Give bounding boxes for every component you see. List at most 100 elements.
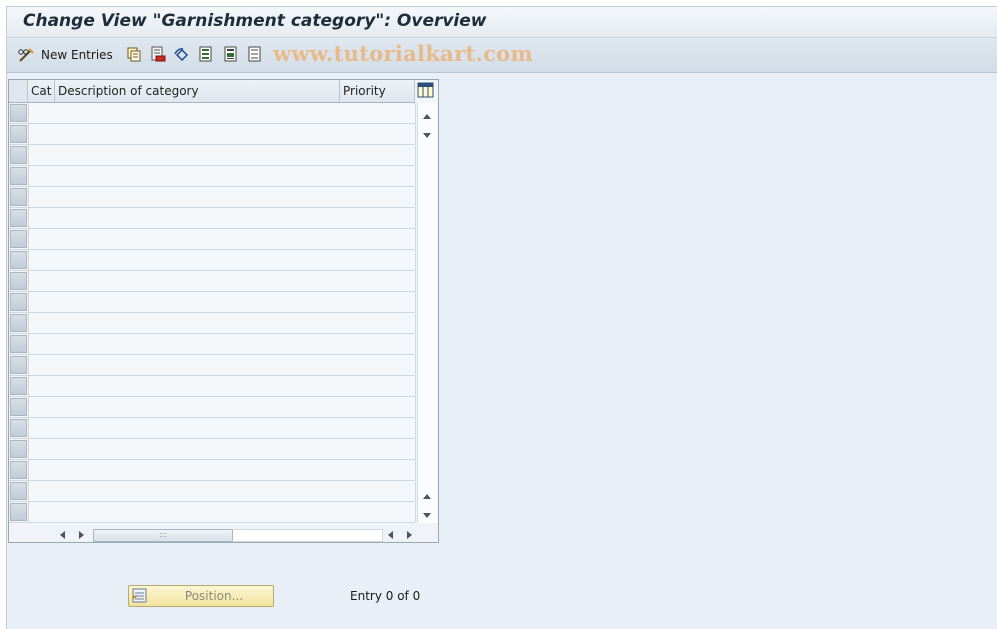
row-selector[interactable] — [10, 230, 27, 248]
select-block-icon[interactable] — [223, 46, 239, 62]
cell-description[interactable] — [55, 418, 341, 438]
row-selector[interactable] — [10, 188, 27, 206]
cell-description[interactable] — [55, 187, 341, 207]
row-selector[interactable] — [10, 398, 27, 416]
select-all-rows-button[interactable] — [9, 80, 28, 102]
cell-description[interactable] — [55, 103, 341, 123]
cell-cat[interactable] — [28, 460, 57, 480]
cell-priority[interactable] — [340, 187, 416, 207]
cell-description[interactable] — [55, 166, 341, 186]
cell-priority[interactable] — [340, 271, 416, 291]
row-selector[interactable] — [10, 167, 27, 185]
cell-priority[interactable] — [340, 229, 416, 249]
cell-priority[interactable] — [340, 208, 416, 228]
row-selector[interactable] — [10, 461, 27, 479]
cell-cat[interactable] — [28, 208, 57, 228]
cell-cat[interactable] — [28, 418, 57, 438]
scroll-down-icon[interactable] — [422, 511, 432, 519]
cell-cat[interactable] — [28, 502, 57, 522]
row-selector[interactable] — [10, 272, 27, 290]
cell-cat[interactable] — [28, 250, 57, 270]
cell-cat[interactable] — [28, 313, 57, 333]
cell-description[interactable] — [55, 460, 341, 480]
cell-priority[interactable] — [340, 145, 416, 165]
table-settings-icon[interactable] — [417, 81, 435, 100]
cell-priority[interactable] — [340, 418, 416, 438]
cell-description[interactable] — [55, 313, 341, 333]
cell-description[interactable] — [55, 502, 341, 522]
row-selector[interactable] — [10, 146, 27, 164]
cell-description[interactable] — [55, 292, 341, 312]
row-selector[interactable] — [10, 209, 27, 227]
cell-description[interactable] — [55, 250, 341, 270]
undo-icon[interactable] — [174, 46, 190, 62]
copy-icon[interactable] — [126, 46, 142, 62]
row-selector[interactable] — [10, 419, 27, 437]
row-selector[interactable] — [10, 104, 27, 122]
horizontal-scrollbar[interactable]: ::: — [9, 524, 438, 542]
cell-description[interactable] — [55, 208, 341, 228]
horizontal-scroll-thumb[interactable]: ::: — [93, 529, 233, 542]
cell-priority[interactable] — [340, 313, 416, 333]
scroll-left-end-icon[interactable] — [387, 530, 395, 540]
deselect-all-icon[interactable] — [247, 46, 263, 62]
cell-priority[interactable] — [340, 355, 416, 375]
select-all-icon[interactable] — [198, 46, 214, 62]
cell-cat[interactable] — [28, 439, 57, 459]
cell-description[interactable] — [55, 229, 341, 249]
cell-description[interactable] — [55, 145, 341, 165]
cell-description[interactable] — [55, 334, 341, 354]
row-selector[interactable] — [10, 356, 27, 374]
row-selector[interactable] — [10, 251, 27, 269]
cell-description[interactable] — [55, 124, 341, 144]
cell-cat[interactable] — [28, 103, 57, 123]
row-selector[interactable] — [10, 314, 27, 332]
vertical-scrollbar[interactable] — [417, 103, 437, 523]
cell-cat[interactable] — [28, 376, 57, 396]
column-header-description[interactable]: Description of category — [55, 80, 340, 102]
cell-description[interactable] — [55, 397, 341, 417]
cell-description[interactable] — [55, 439, 341, 459]
cell-priority[interactable] — [340, 334, 416, 354]
cell-priority[interactable] — [340, 292, 416, 312]
cell-cat[interactable] — [28, 229, 57, 249]
cell-priority[interactable] — [340, 376, 416, 396]
cell-cat[interactable] — [28, 187, 57, 207]
cell-priority[interactable] — [340, 103, 416, 123]
cell-cat[interactable] — [28, 124, 57, 144]
cell-description[interactable] — [55, 271, 341, 291]
cell-description[interactable] — [55, 355, 341, 375]
delete-icon[interactable] — [150, 46, 166, 62]
scroll-right-icon[interactable] — [77, 530, 85, 540]
scroll-page-up-icon[interactable] — [422, 493, 432, 501]
cell-cat[interactable] — [28, 271, 57, 291]
cell-priority[interactable] — [340, 460, 416, 480]
column-header-cat[interactable]: Cat — [28, 80, 55, 102]
row-selector[interactable] — [10, 377, 27, 395]
cell-priority[interactable] — [340, 439, 416, 459]
cell-priority[interactable] — [340, 481, 416, 501]
scroll-right-end-icon[interactable] — [405, 530, 413, 540]
cell-cat[interactable] — [28, 481, 57, 501]
cell-priority[interactable] — [340, 250, 416, 270]
row-selector[interactable] — [10, 335, 27, 353]
cell-cat[interactable] — [28, 334, 57, 354]
row-selector[interactable] — [10, 125, 27, 143]
cell-priority[interactable] — [340, 397, 416, 417]
cell-cat[interactable] — [28, 397, 57, 417]
cell-cat[interactable] — [28, 355, 57, 375]
cell-priority[interactable] — [340, 166, 416, 186]
scroll-up-icon[interactable] — [422, 113, 432, 121]
row-selector[interactable] — [10, 440, 27, 458]
cell-description[interactable] — [55, 376, 341, 396]
cell-cat[interactable] — [28, 292, 57, 312]
position-button[interactable]: Position... — [128, 585, 274, 607]
cell-cat[interactable] — [28, 145, 57, 165]
scroll-left-icon[interactable] — [59, 530, 67, 540]
cell-priority[interactable] — [340, 502, 416, 522]
scroll-page-down-icon[interactable] — [422, 131, 432, 139]
row-selector[interactable] — [10, 503, 27, 521]
cell-priority[interactable] — [340, 124, 416, 144]
cell-cat[interactable] — [28, 166, 57, 186]
column-header-priority[interactable]: Priority — [340, 80, 415, 102]
